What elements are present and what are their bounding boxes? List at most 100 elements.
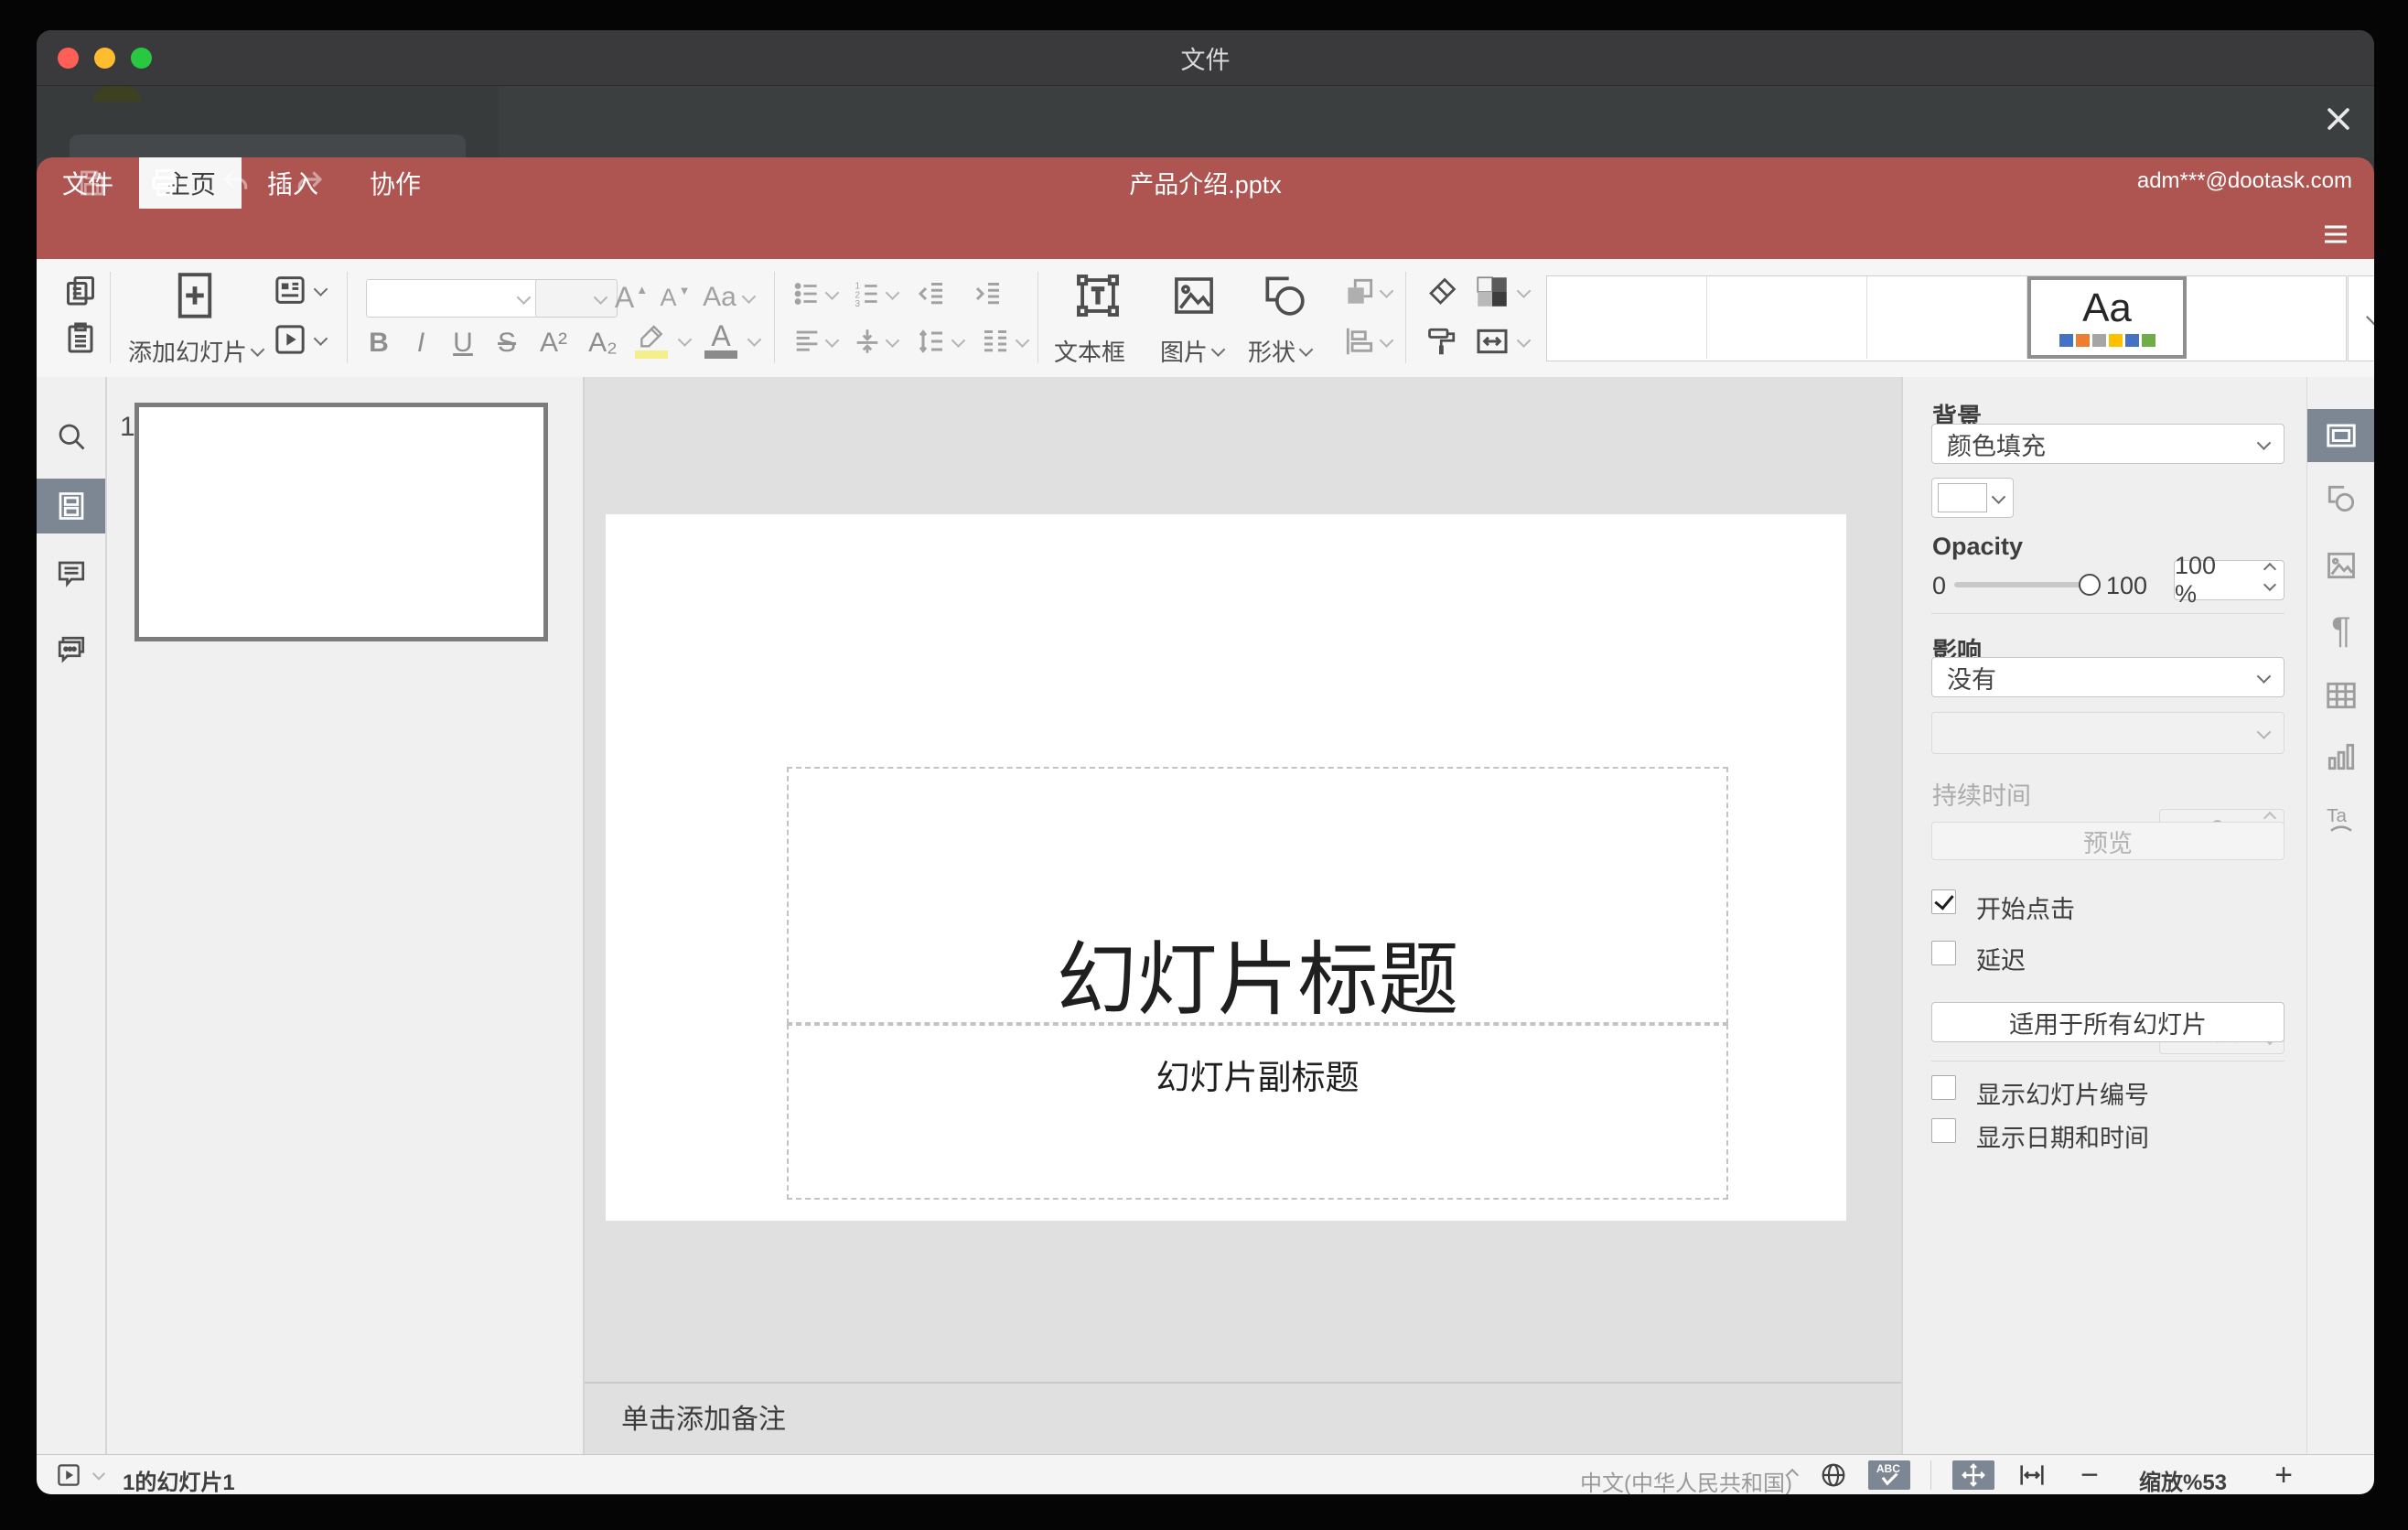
notes-area[interactable]: 单击添加备注 xyxy=(585,1382,1901,1454)
spellcheck-icon[interactable]: ABC xyxy=(1868,1460,1910,1490)
maximize-traffic-light[interactable] xyxy=(131,48,152,69)
title-placeholder[interactable]: 幻灯片标题 xyxy=(787,767,1728,1024)
bullets-icon[interactable] xyxy=(789,275,825,312)
search-icon[interactable] xyxy=(37,409,105,464)
show-slide-number-checkbox[interactable] xyxy=(1931,1075,1956,1100)
spin-down-icon[interactable] xyxy=(2263,577,2277,592)
language-label[interactable]: 中文(中华人民共和国) xyxy=(1580,1465,1792,1494)
numbering-icon[interactable]: 123 xyxy=(849,275,886,312)
shape-icon[interactable] xyxy=(1248,266,1321,325)
theme-gallery-expand[interactable] xyxy=(2348,275,2374,361)
image-icon[interactable] xyxy=(1160,266,1228,325)
theme-item[interactable] xyxy=(1547,276,1707,359)
preview-mode-arrow[interactable] xyxy=(90,1460,108,1490)
highlight-color-arrow[interactable] xyxy=(675,327,693,354)
delay-checkbox[interactable] xyxy=(1931,941,1956,965)
close-icon[interactable] xyxy=(2319,100,2358,138)
chart-settings-icon[interactable] xyxy=(2307,730,2374,783)
columns-arrow[interactable] xyxy=(1014,329,1030,354)
line-spacing-icon[interactable] xyxy=(911,323,951,360)
color-scheme-arrow[interactable] xyxy=(1515,279,1532,305)
shape-settings-icon[interactable] xyxy=(2307,472,2374,525)
font-size-select[interactable] xyxy=(535,279,618,318)
preview-button[interactable]: 预览 xyxy=(1931,822,2284,860)
slide-settings-icon[interactable] xyxy=(2307,409,2374,462)
slide-layout-button[interactable] xyxy=(267,270,329,310)
horizontal-align-arrow[interactable] xyxy=(823,329,840,354)
copy-style-icon[interactable] xyxy=(1422,321,1462,361)
effect-type-select[interactable] xyxy=(1931,712,2284,754)
shape-align-arrow[interactable] xyxy=(1378,329,1394,354)
color-scheme-icon[interactable] xyxy=(1469,270,1515,314)
theme-item-selected[interactable]: Aa xyxy=(2027,276,2187,359)
decrease-indent-icon[interactable] xyxy=(911,275,951,312)
decrease-font-icon[interactable]: A ▼ xyxy=(656,279,694,316)
line-spacing-arrow[interactable] xyxy=(950,329,966,354)
superscript-button[interactable]: A² xyxy=(531,323,576,363)
italic-button[interactable]: I xyxy=(403,323,439,363)
textbox-button[interactable]: 文本框 xyxy=(1054,334,1125,368)
highlight-color-icon[interactable] xyxy=(631,321,672,354)
arrange-arrow[interactable] xyxy=(1378,279,1394,305)
apply-to-all-button[interactable]: 适用于所有幻灯片 xyxy=(1931,1002,2284,1042)
eraser-icon[interactable] xyxy=(1422,272,1462,312)
arrange-icon[interactable] xyxy=(1339,272,1380,312)
zoom-in-button[interactable]: + xyxy=(2265,1458,2302,1492)
spin-up-icon[interactable] xyxy=(2263,562,2277,576)
add-slide-icon[interactable] xyxy=(135,268,254,325)
show-date-time-checkbox[interactable] xyxy=(1931,1118,1956,1143)
slide-size-icon[interactable] xyxy=(1469,321,1515,361)
start-on-click-checkbox[interactable] xyxy=(1931,889,1956,914)
start-slideshow-button[interactable] xyxy=(267,319,329,360)
font-name-select[interactable] xyxy=(366,279,541,318)
vertical-align-arrow[interactable] xyxy=(884,329,900,354)
table-settings-icon[interactable] xyxy=(2307,669,2374,722)
theme-item[interactable] xyxy=(1867,276,2027,359)
image-settings-icon[interactable] xyxy=(2307,539,2374,592)
bold-button[interactable]: B xyxy=(359,323,399,363)
chat-icon[interactable] xyxy=(37,622,105,677)
minimize-traffic-light[interactable] xyxy=(94,48,115,69)
add-slide-button[interactable]: 添加幻灯片 xyxy=(128,334,265,368)
opacity-slider[interactable] xyxy=(1954,582,2090,587)
background-fill-select[interactable]: 颜色填充 xyxy=(1931,424,2284,464)
change-case-icon[interactable]: Aa xyxy=(698,279,758,316)
close-traffic-light[interactable] xyxy=(58,48,79,69)
columns-icon[interactable] xyxy=(975,323,1016,360)
theme-item[interactable] xyxy=(1707,276,1867,359)
slide-size-arrow[interactable] xyxy=(1515,329,1532,354)
background-color-picker[interactable] xyxy=(1931,478,2014,518)
zoom-out-button[interactable]: − xyxy=(2071,1458,2108,1492)
bullets-arrow[interactable] xyxy=(823,281,840,307)
font-color-icon[interactable]: A xyxy=(701,319,741,352)
fit-to-width-icon[interactable] xyxy=(2011,1460,2053,1490)
opacity-slider-handle[interactable] xyxy=(2079,574,2101,596)
comments-icon[interactable] xyxy=(37,546,105,601)
copy-icon[interactable] xyxy=(60,270,101,310)
font-color-arrow[interactable] xyxy=(745,327,763,354)
theme-item[interactable] xyxy=(2187,276,2346,359)
slides-panel-icon[interactable] xyxy=(37,479,105,533)
slide-thumbnail[interactable] xyxy=(134,403,548,641)
start-preview-icon[interactable] xyxy=(53,1460,84,1490)
shape-align-icon[interactable] xyxy=(1339,321,1380,361)
effect-select[interactable]: 没有 xyxy=(1931,657,2284,697)
paragraph-settings-icon[interactable]: ¶ xyxy=(2307,604,2374,657)
strikethrough-button[interactable]: S xyxy=(487,323,527,363)
numbering-arrow[interactable] xyxy=(884,281,900,307)
image-button[interactable]: 图片 xyxy=(1160,334,1226,368)
slide[interactable]: 幻灯片标题 幻灯片副标题 xyxy=(606,514,1846,1221)
shape-button[interactable]: 形状 xyxy=(1248,334,1314,368)
subscript-button[interactable]: A₂ xyxy=(580,323,626,363)
paste-icon[interactable] xyxy=(60,318,101,358)
opacity-spinner[interactable]: 100 % xyxy=(2174,552,2284,608)
textart-settings-icon[interactable]: Ta xyxy=(2307,792,2374,846)
hamburger-menu-icon[interactable] xyxy=(2317,216,2354,253)
fit-to-slide-icon[interactable] xyxy=(1952,1460,1994,1490)
increase-font-icon[interactable]: A ▲ xyxy=(612,279,650,316)
underline-button[interactable]: U xyxy=(443,323,483,363)
document-language-icon[interactable] xyxy=(1815,1460,1852,1490)
horizontal-align-icon[interactable] xyxy=(789,323,825,360)
vertical-align-icon[interactable] xyxy=(849,323,886,360)
subtitle-placeholder[interactable]: 幻灯片副标题 xyxy=(787,1024,1728,1200)
